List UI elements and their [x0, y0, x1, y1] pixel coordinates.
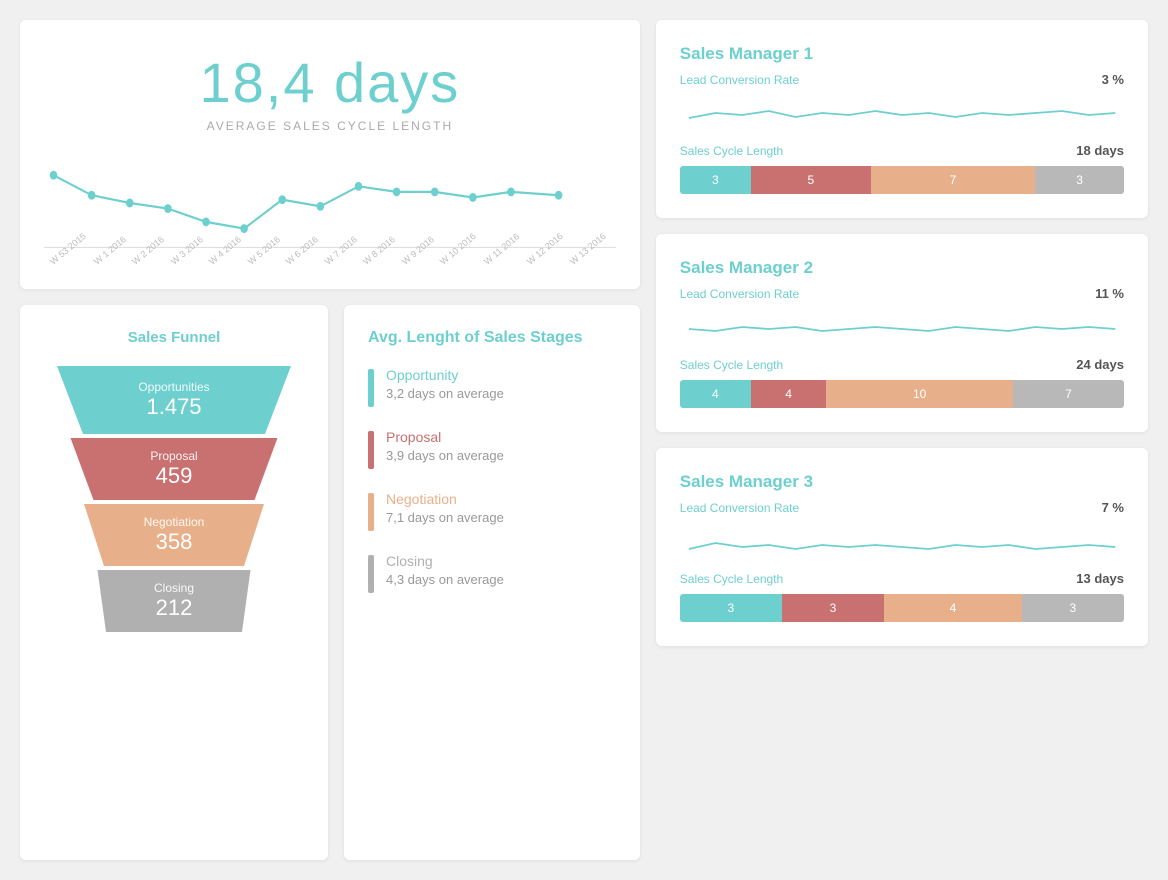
- stage-info: Negotiation 7,1 days on average: [386, 491, 504, 525]
- stage-days: 3,9 days on average: [386, 448, 504, 463]
- conversion-label: Lead Conversion Rate: [680, 287, 799, 301]
- segment-bar: 44107: [680, 380, 1124, 408]
- seg-part: 7: [1013, 380, 1124, 408]
- manager-card: Sales Manager 1 Lead Conversion Rate 3 %…: [656, 20, 1148, 218]
- manager-title: Sales Manager 2: [680, 258, 1124, 278]
- funnel-seg-label: Proposal: [150, 449, 197, 463]
- funnel-title: Sales Funnel: [44, 329, 304, 346]
- avg-cycle-value: 18,4 days: [44, 50, 616, 115]
- conversion-label: Lead Conversion Rate: [680, 73, 799, 87]
- stages-card: Avg. Lenght of Sales Stages Opportunity …: [344, 305, 640, 860]
- conversion-row: Lead Conversion Rate 3 %: [680, 72, 1124, 87]
- stages-title: Avg. Lenght of Sales Stages: [368, 329, 616, 347]
- manager-card: Sales Manager 2 Lead Conversion Rate 11 …: [656, 234, 1148, 432]
- stage-days: 3,2 days on average: [386, 386, 504, 401]
- stage-item: Proposal 3,9 days on average: [368, 429, 616, 469]
- stage-item: Negotiation 7,1 days on average: [368, 491, 616, 531]
- conversion-label: Lead Conversion Rate: [680, 501, 799, 515]
- stage-item: Closing 4,3 days on average: [368, 553, 616, 593]
- sparkline: [680, 521, 1124, 561]
- stage-bar: [368, 555, 374, 593]
- seg-part: 7: [871, 166, 1035, 194]
- seg-part: 10: [826, 380, 1013, 408]
- funnel-segment: Closing 212: [89, 570, 259, 632]
- cycle-value: 18 days: [1076, 143, 1124, 158]
- seg-part: 3: [680, 166, 751, 194]
- stage-name: Negotiation: [386, 491, 504, 507]
- avg-cycle-chart: [44, 153, 616, 253]
- seg-part: 4: [751, 380, 827, 408]
- funnel-seg-label: Opportunities: [138, 380, 209, 394]
- stage-bar: [368, 493, 374, 531]
- funnel-segment: Proposal 459: [59, 438, 289, 500]
- cycle-value: 13 days: [1076, 571, 1124, 586]
- funnel-seg-value: 459: [156, 463, 193, 489]
- stage-item: Opportunity 3,2 days on average: [368, 367, 616, 407]
- conversion-row: Lead Conversion Rate 11 %: [680, 286, 1124, 301]
- funnel-seg-value: 1.475: [146, 394, 201, 420]
- sparkline: [680, 93, 1124, 133]
- stage-days: 4,3 days on average: [386, 572, 504, 587]
- funnel-seg-label: Negotiation: [144, 515, 205, 529]
- funnel-container: Opportunities 1.475Proposal 459Negotiati…: [44, 366, 304, 632]
- stage-info: Closing 4,3 days on average: [386, 553, 504, 587]
- manager-title: Sales Manager 3: [680, 472, 1124, 492]
- manager-title: Sales Manager 1: [680, 44, 1124, 64]
- funnel-seg-value: 212: [156, 595, 193, 621]
- seg-part: 3: [782, 594, 884, 622]
- stage-info: Proposal 3,9 days on average: [386, 429, 504, 463]
- stage-info: Opportunity 3,2 days on average: [386, 367, 504, 401]
- seg-part: 3: [1022, 594, 1124, 622]
- stage-days: 7,1 days on average: [386, 510, 504, 525]
- cycle-label: Sales Cycle Length: [680, 144, 783, 158]
- stage-name: Opportunity: [386, 367, 504, 383]
- funnel-card: Sales Funnel Opportunities 1.475Proposal…: [20, 305, 328, 860]
- cycle-label: Sales Cycle Length: [680, 358, 783, 372]
- funnel-segment: Negotiation 358: [74, 504, 274, 566]
- x-axis: W 53 2015W 1 2016W 2 2016W 3 2016W 4 201…: [44, 259, 616, 269]
- funnel-seg-value: 358: [156, 529, 193, 555]
- stage-bar: [368, 369, 374, 407]
- funnel-seg-label: Closing: [154, 581, 194, 595]
- seg-part: 4: [680, 380, 751, 408]
- seg-part: 4: [884, 594, 1022, 622]
- cycle-value: 24 days: [1076, 357, 1124, 372]
- manager-card: Sales Manager 3 Lead Conversion Rate 7 %…: [656, 448, 1148, 646]
- conversion-value: 3 %: [1102, 72, 1124, 87]
- conversion-value: 7 %: [1102, 500, 1124, 515]
- cycle-row: Sales Cycle Length 18 days: [680, 143, 1124, 158]
- seg-part: 3: [680, 594, 782, 622]
- segment-bar: 3343: [680, 594, 1124, 622]
- stage-name: Closing: [386, 553, 504, 569]
- stage-name: Proposal: [386, 429, 504, 445]
- avg-cycle-card: 18,4 days AVERAGE SALES CYCLE LENGTH: [20, 20, 640, 289]
- seg-part: 3: [1035, 166, 1124, 194]
- cycle-row: Sales Cycle Length 24 days: [680, 357, 1124, 372]
- conversion-value: 11 %: [1095, 286, 1124, 301]
- cycle-label: Sales Cycle Length: [680, 572, 783, 586]
- managers-container: Sales Manager 1 Lead Conversion Rate 3 %…: [656, 20, 1148, 860]
- cycle-row: Sales Cycle Length 13 days: [680, 571, 1124, 586]
- stages-container: Opportunity 3,2 days on average Proposal…: [368, 367, 616, 593]
- stage-bar: [368, 431, 374, 469]
- sparkline: [680, 307, 1124, 347]
- funnel-segment: Opportunities 1.475: [44, 366, 304, 434]
- conversion-row: Lead Conversion Rate 7 %: [680, 500, 1124, 515]
- seg-part: 5: [751, 166, 871, 194]
- segment-bar: 3573: [680, 166, 1124, 194]
- avg-cycle-label: AVERAGE SALES CYCLE LENGTH: [44, 119, 616, 133]
